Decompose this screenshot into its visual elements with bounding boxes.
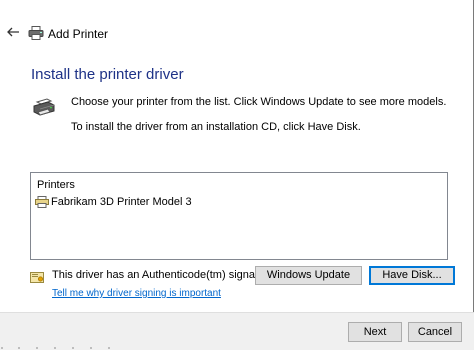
- list-item-label: Fabrikam 3D Printer Model 3: [51, 196, 192, 208]
- add-printer-window: Add Printer Install the printer driver C…: [0, 0, 474, 350]
- next-button[interactable]: Next: [348, 322, 402, 342]
- signature-status-text: This driver has an Authenticode(tm) sign…: [52, 269, 278, 281]
- have-disk-button[interactable]: Have Disk...: [369, 266, 455, 285]
- title-bar: Add Printer: [0, 22, 300, 48]
- windows-update-button[interactable]: Windows Update: [255, 266, 362, 285]
- resize-grip: [0, 340, 474, 350]
- list-header: Printers: [37, 179, 75, 191]
- window-title: Add Printer: [48, 27, 109, 41]
- cancel-button[interactable]: Cancel: [408, 322, 462, 342]
- printer-icon: [33, 98, 55, 118]
- page-heading: Install the printer driver: [31, 66, 184, 83]
- printer-listbox[interactable]: Printers Fabrikam 3D Printer Model 3: [30, 172, 448, 260]
- instruction-text: To install the driver from an installati…: [71, 121, 361, 133]
- driver-signing-help-link[interactable]: Tell me why driver signing is important: [52, 288, 221, 299]
- shield-icon: [30, 270, 44, 284]
- list-item[interactable]: Fabrikam 3D Printer Model 3: [35, 194, 192, 210]
- instruction-text: Choose your printer from the list. Click…: [71, 96, 447, 108]
- printer-icon: [35, 196, 49, 208]
- back-arrow-icon[interactable]: [6, 25, 20, 39]
- printer-icon: [28, 26, 44, 40]
